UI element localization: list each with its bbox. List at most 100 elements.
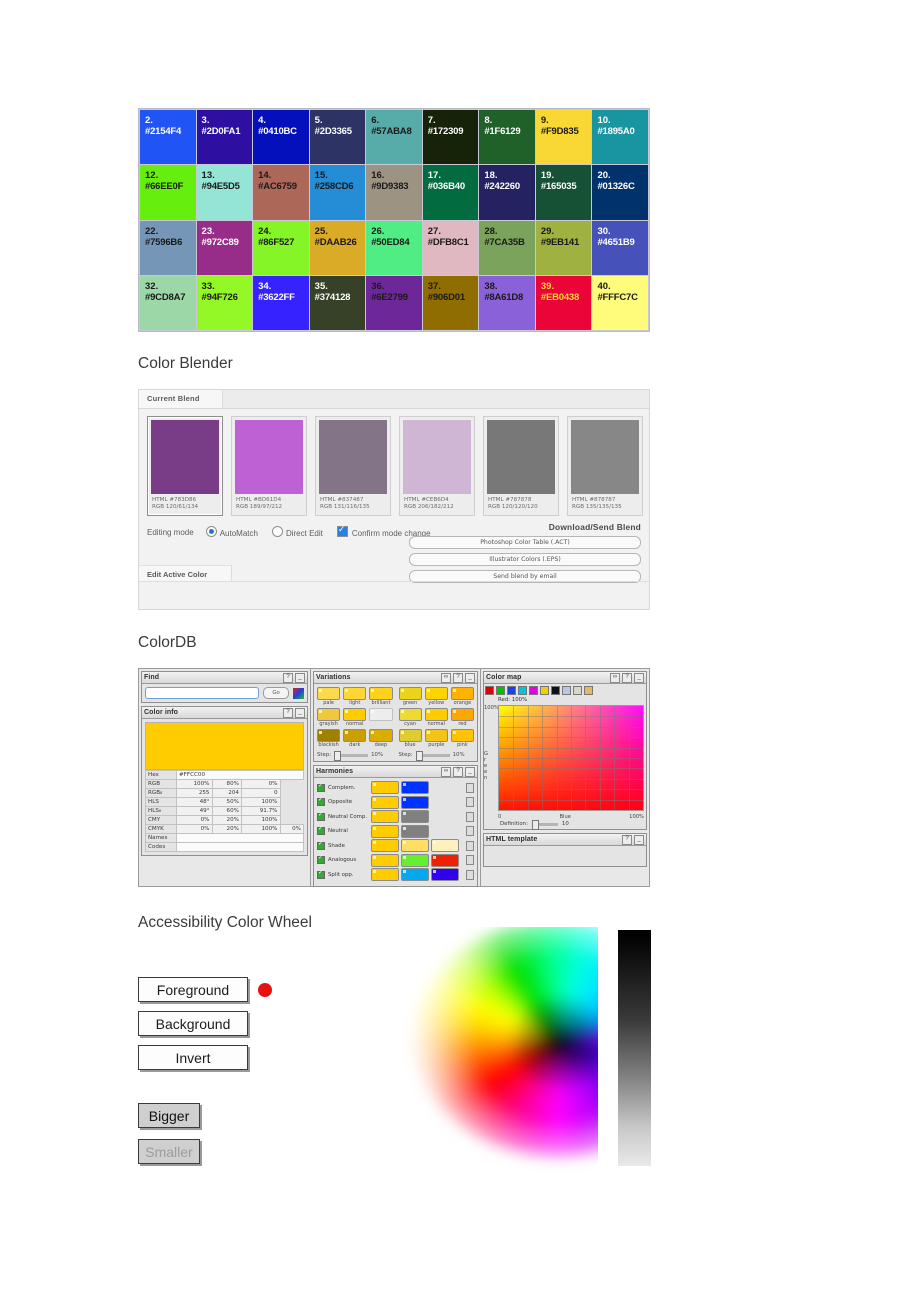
- variation-cell[interactable]: green: [398, 687, 422, 707]
- color-picker-icon[interactable]: [293, 687, 304, 699]
- harmony-copy-icon[interactable]: [466, 782, 474, 793]
- blend-swatch[interactable]: HTML #783D86 RGB 120/61/134: [147, 416, 223, 516]
- harmony-chip[interactable]: [371, 781, 399, 794]
- background-button[interactable]: Background: [138, 1011, 248, 1036]
- color-swatch[interactable]: 24. #86F527: [253, 220, 309, 275]
- harmony-row[interactable]: Neutral: [317, 824, 474, 838]
- harmony-copy-icon[interactable]: [466, 840, 474, 851]
- color-swatch[interactable]: 17. #036B40: [422, 165, 479, 220]
- invert-button[interactable]: Invert: [138, 1045, 248, 1070]
- color-swatch[interactable]: 16. #9D9383: [366, 165, 422, 220]
- color-swatch[interactable]: 15. #258CD6: [309, 165, 366, 220]
- variation-cell[interactable]: grayish: [317, 708, 341, 728]
- harmony-checkbox[interactable]: [317, 825, 325, 835]
- help-icon[interactable]: ?: [453, 672, 463, 683]
- minimize-icon[interactable]: _: [465, 766, 475, 777]
- tab-edit-active-color[interactable]: Edit Active Color: [139, 565, 233, 581]
- harmony-row[interactable]: Complem.: [317, 781, 474, 794]
- color-swatch[interactable]: 23. #972C89: [196, 220, 253, 275]
- variation-cell[interactable]: deep: [369, 729, 393, 749]
- color-swatch[interactable]: 7. #172309: [422, 110, 479, 165]
- color-swatch[interactable]: 22. #7596B6: [140, 220, 196, 275]
- variation-cell[interactable]: light: [343, 687, 367, 707]
- variation-chip[interactable]: [450, 708, 475, 721]
- link-icon[interactable]: ∞: [610, 672, 620, 683]
- color-swatch[interactable]: 13. #94E5D5: [196, 165, 253, 220]
- harmony-row[interactable]: Shade: [317, 839, 474, 852]
- download-button[interactable]: Illustrator Colors (.EPS): [409, 553, 641, 566]
- color-swatch[interactable]: 37. #906D01: [422, 275, 479, 330]
- variation-cell[interactable]: pink: [450, 729, 475, 749]
- blend-swatch[interactable]: HTML #787878 RGB 120/120/120: [483, 416, 559, 516]
- variation-cell[interactable]: purple: [424, 729, 448, 749]
- definition-knob[interactable]: [531, 819, 539, 830]
- harmony-chip[interactable]: [371, 868, 399, 881]
- variation-chip[interactable]: [317, 708, 341, 721]
- color-swatch[interactable]: 27. #DFB8C1: [422, 220, 479, 275]
- harmony-chip[interactable]: [431, 868, 459, 881]
- go-button[interactable]: Go: [263, 687, 289, 699]
- lightness-gradient-bar[interactable]: [618, 930, 651, 1166]
- radio-direct-edit[interactable]: Direct Edit: [271, 526, 323, 538]
- channel-icon-hue[interactable]: [562, 686, 571, 695]
- harmony-chip[interactable]: [431, 853, 459, 867]
- variation-cell[interactable]: pale: [317, 687, 341, 707]
- search-input[interactable]: [145, 687, 259, 699]
- color-swatch[interactable]: 33. #94F726: [196, 275, 253, 330]
- minimize-icon[interactable]: _: [634, 672, 644, 683]
- variation-chip[interactable]: [317, 687, 341, 700]
- color-swatch[interactable]: 32. #9CD8A7: [140, 275, 196, 330]
- color-swatch[interactable]: 5. #2D3365: [309, 110, 366, 165]
- variation-cell[interactable]: dark: [343, 729, 367, 749]
- color-swatch[interactable]: 25. #DAAB26: [309, 220, 366, 275]
- link-icon[interactable]: ∞: [441, 766, 451, 777]
- variation-chip[interactable]: [398, 687, 422, 700]
- harmony-chip[interactable]: [371, 839, 399, 852]
- color-swatch[interactable]: 12. #66EE0F: [140, 165, 196, 220]
- variation-cell[interactable]: [369, 708, 393, 728]
- channel-icon-magenta[interactable]: [529, 686, 538, 695]
- color-swatch[interactable]: 36. #6E2799: [366, 275, 422, 330]
- variation-chip[interactable]: [424, 729, 448, 742]
- color-swatch[interactable]: 10. #1895A0: [592, 110, 648, 165]
- harmony-chip[interactable]: [371, 824, 399, 838]
- variation-cell[interactable]: blackish: [317, 729, 341, 749]
- minimize-icon[interactable]: _: [295, 672, 305, 683]
- step-slider[interactable]: [334, 750, 369, 761]
- variation-chip[interactable]: [424, 708, 448, 721]
- color-swatch[interactable]: 9. #F9D835: [535, 110, 592, 165]
- harmony-chip[interactable]: [401, 839, 429, 852]
- channel-icon-green[interactable]: [496, 686, 505, 695]
- harmony-checkbox[interactable]: [317, 796, 325, 806]
- channel-icon-blue[interactable]: [507, 686, 516, 695]
- harmony-chip[interactable]: [401, 795, 429, 809]
- harmony-chip[interactable]: [401, 824, 429, 838]
- variation-chip[interactable]: [317, 729, 341, 742]
- blend-swatch[interactable]: HTML #837487 RGB 131/116/135: [315, 416, 391, 516]
- channel-icon-cyan[interactable]: [518, 686, 527, 695]
- color-swatch[interactable]: 39. #EB0438: [535, 275, 592, 330]
- harmony-chip[interactable]: [431, 839, 459, 852]
- color-swatch[interactable]: 4. #0410BC: [253, 110, 309, 165]
- variation-cell[interactable]: normal: [424, 708, 448, 728]
- variation-chip[interactable]: [398, 729, 422, 742]
- blend-swatch[interactable]: HTML #CEB6D4 RGB 206/182/212: [399, 416, 475, 516]
- channel-icon-black[interactable]: [551, 686, 560, 695]
- channel-icon-lightness[interactable]: [573, 686, 582, 695]
- color-swatch[interactable]: 18. #242260: [479, 165, 535, 220]
- color-swatch[interactable]: 29. #9EB141: [535, 220, 592, 275]
- variation-chip[interactable]: [369, 708, 393, 721]
- link-icon[interactable]: ∞: [441, 672, 451, 683]
- help-icon[interactable]: ?: [453, 766, 463, 777]
- color-swatch[interactable]: 26. #50ED84: [366, 220, 422, 275]
- harmony-chip[interactable]: [401, 810, 429, 823]
- color-swatch[interactable]: 14. #AC6759: [253, 165, 309, 220]
- harmony-copy-icon[interactable]: [466, 855, 474, 865]
- help-icon[interactable]: ?: [622, 834, 632, 845]
- variation-chip[interactable]: [343, 687, 367, 700]
- variation-chip[interactable]: [343, 729, 367, 742]
- variation-chip[interactable]: [450, 729, 475, 742]
- active-color-swatch[interactable]: [145, 722, 304, 770]
- harmony-row[interactable]: Split opp.: [317, 868, 474, 881]
- harmony-copy-icon[interactable]: [466, 797, 474, 807]
